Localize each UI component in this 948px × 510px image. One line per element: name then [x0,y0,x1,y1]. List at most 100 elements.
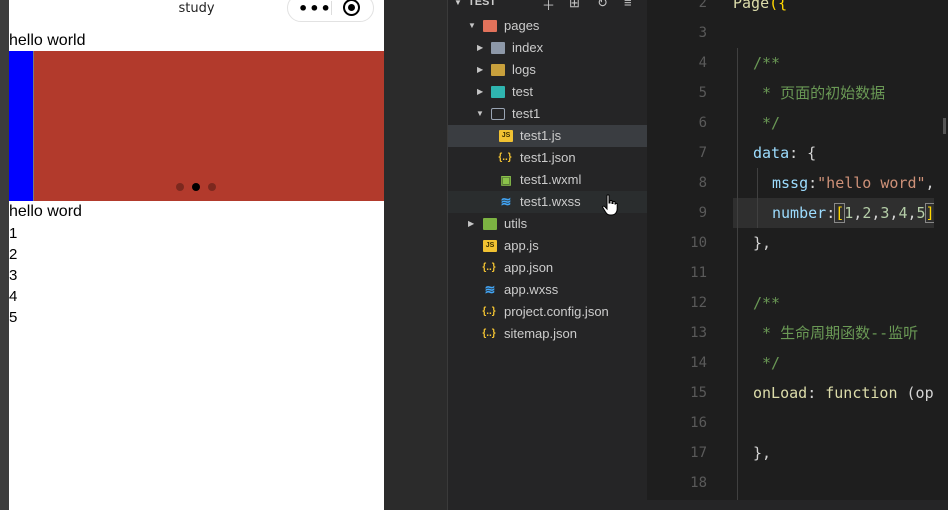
tree-item-app-wxss[interactable]: ≋ app.wxss [448,279,648,301]
tree-item-app-js[interactable]: JS app.js [448,235,648,257]
tree-item-label: test1 [512,106,541,121]
folder-yellow-icon [491,64,505,76]
tree-item-pages[interactable]: ▼ pages [448,15,648,37]
tree-item-test1[interactable]: ▼ test1 [448,103,648,125]
editor-scrollbar[interactable] [934,0,948,510]
swiper-dot[interactable] [176,183,184,191]
tree-item-label: test1.wxss [520,194,581,209]
swiper-prev-slide [9,51,33,201]
json-file-icon: {..} [482,306,496,317]
tree-item-test1-js[interactable]: JS test1.js [448,125,648,147]
line-number: 14 [690,355,707,371]
collapse-all-icon[interactable]: ≡ [624,0,632,10]
code-line: data: { [753,138,816,168]
code-line: Page({ [733,0,787,18]
line-number: 16 [690,415,707,431]
line-number: 17 [690,445,707,461]
tree-item-label: logs [512,62,536,77]
tree-item-index[interactable]: ▶ index [448,37,648,59]
simulator-panel: study ••• hello world hello word 1 2 3 4… [0,0,384,510]
new-folder-icon[interactable]: ⊞ [569,0,580,11]
code-line: mssg:"hello word", [772,168,935,198]
close-target-icon[interactable] [343,0,360,16]
code-token: onLoad [753,384,808,402]
swiper-banner[interactable] [9,51,384,201]
code-token: 5 [916,204,926,222]
line-number: 3 [698,25,707,41]
line-number: 12 [690,295,707,311]
code-token: ({ [769,0,788,12]
simulator-left-border [0,0,9,510]
tree-item-test1-json[interactable]: {..} test1.json [448,147,648,169]
wxml-file-icon: ▣ [500,173,512,187]
more-icon[interactable]: ••• [298,1,332,17]
tree-item-label: index [512,40,544,55]
explorer-header[interactable]: ▼ TEST ＋ ⊞ ↻ ≡ [448,0,648,14]
tree-item-test1-wxss[interactable]: ≋ test1.wxss [448,191,648,213]
indent-guide [757,168,758,228]
line-number: 5 [698,85,707,101]
number-item: 5 [9,309,18,326]
file-explorer: ▼ TEST ＋ ⊞ ↻ ≡ ▼ pages ▶ index ▶ logs ▶ … [447,0,648,510]
tree-item-app-json[interactable]: {..} app.json [448,257,648,279]
tree-item-test[interactable]: ▶ test [448,81,648,103]
code-token: 3 [880,204,890,222]
code-comment: /** [753,54,781,72]
tree-item-label: utils [504,216,528,231]
hand-cursor-icon [602,194,618,216]
tree-item-label: app.json [504,260,554,275]
code-comment: */ [753,114,781,132]
mssg-text: hello word [9,203,82,220]
code-comment: * 生命周期函数--监听 [753,324,919,342]
code-token: 2 [862,204,872,222]
number-item: 2 [9,246,18,263]
folder-green-icon [483,218,497,230]
tree-item-utils[interactable]: ▶ utils [448,213,648,235]
code-token: Page [733,0,770,12]
line-number: 9 [698,205,707,221]
number-item: 4 [9,288,18,305]
code-comment: /** [753,294,781,312]
wxss-file-icon: ≋ [500,194,512,209]
chevron-down-icon: ▼ [468,21,476,30]
line-number: 10 [690,235,707,251]
tree-item-project-config[interactable]: {..} project.config.json [448,301,648,323]
code-editor[interactable]: 2 3 4 5 6 7 8 9 10 11 12 13 14 15 16 17 … [647,0,948,510]
tree-item-sitemap[interactable]: {..} sitemap.json [448,323,648,345]
wxss-file-icon: ≋ [484,282,496,297]
code-token: : [826,204,836,222]
folder-icon [491,42,505,54]
collapse-caret-icon[interactable]: ▼ [454,0,462,7]
indent-guide [737,48,738,500]
code-line: onLoad: function (op [753,378,934,408]
code-line: }, [753,444,772,462]
line-number: 15 [690,385,707,401]
number-item: 3 [9,267,18,284]
editor-bottom-bar [647,500,948,510]
line-number: 8 [698,175,707,191]
swiper-dot[interactable] [208,183,216,191]
json-file-icon: {..} [482,328,496,339]
line-number: 7 [698,145,707,161]
chevron-right-icon: ▶ [468,219,475,228]
code-line: number:[1,2,3,4,5] [772,203,936,223]
line-number: 6 [698,115,707,131]
tree-item-logs[interactable]: ▶ logs [448,59,648,81]
js-file-icon: JS [483,240,497,252]
refresh-icon[interactable]: ↻ [597,0,608,11]
swiper-dot-active[interactable] [192,183,200,191]
tree-item-test1-wxml[interactable]: ▣ test1.wxml [448,169,648,191]
scrollbar-thumb[interactable] [943,118,946,134]
number-item: 1 [9,225,18,242]
json-file-icon: {..} [498,152,512,163]
line-number: 4 [698,55,707,71]
chevron-right-icon: ▶ [477,43,484,52]
project-title: TEST [468,0,497,8]
new-file-icon[interactable]: ＋ [542,0,555,14]
code-token: [ [834,203,846,223]
tree-item-label: project.config.json [504,304,609,319]
code-token: : [808,174,818,192]
mini-program-capsule[interactable]: ••• [287,0,374,22]
line-number: 2 [698,0,707,11]
code-token: number [772,204,827,222]
